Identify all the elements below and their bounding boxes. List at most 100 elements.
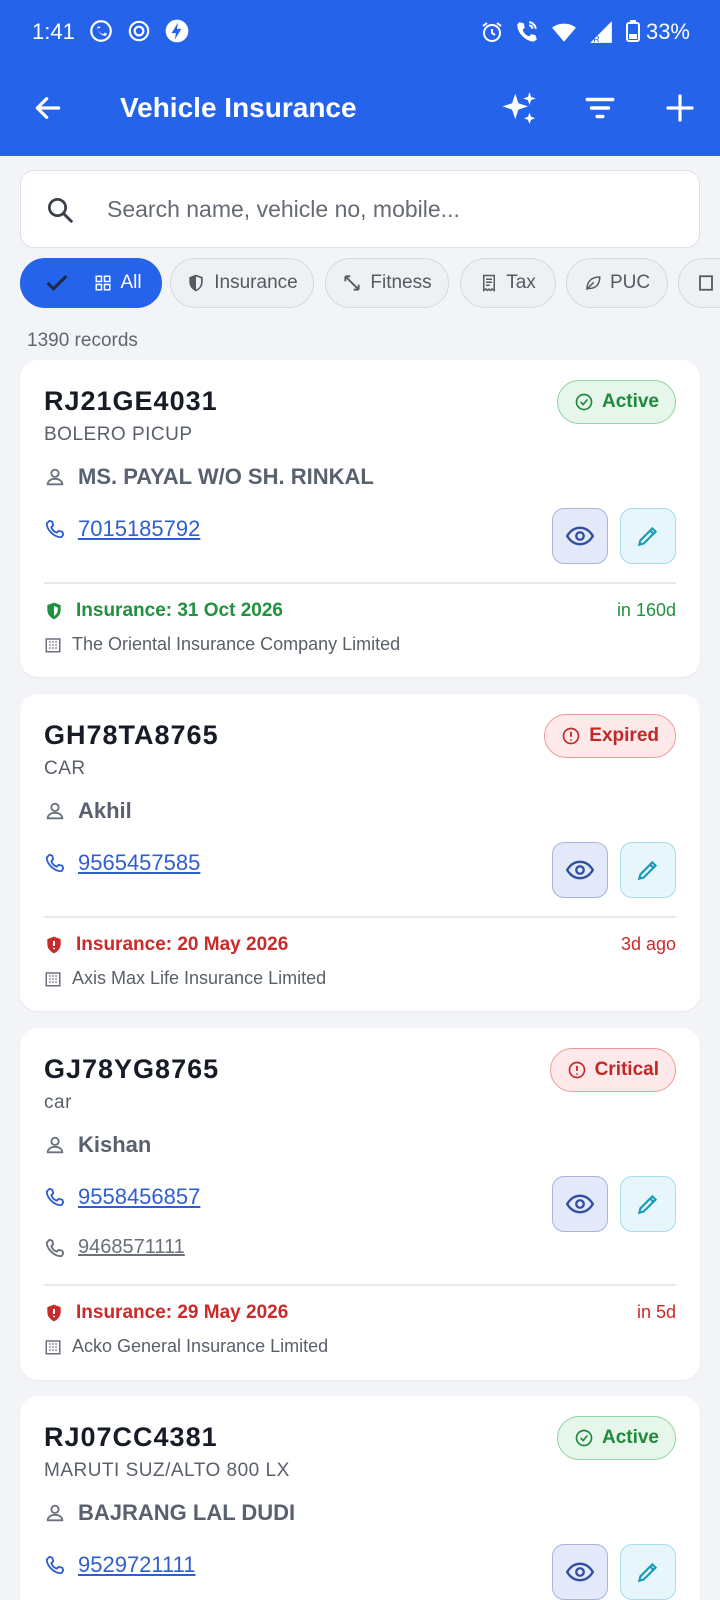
search-icon xyxy=(45,195,75,230)
chip-more[interactable] xyxy=(678,258,720,308)
insurance-date: Insurance: 29 May 2026 xyxy=(76,1302,289,1323)
vehicle-number: RJ21GE4031 xyxy=(44,386,218,416)
view-button[interactable] xyxy=(552,1176,608,1232)
shield-alert-icon xyxy=(47,936,61,954)
alert-circle-icon xyxy=(568,1061,585,1079)
check-circle-icon xyxy=(575,393,593,411)
target-icon xyxy=(128,20,150,42)
due-label: in 160d xyxy=(616,600,676,620)
record-card[interactable]: GJ78YG8765 car Critical Kishan 955845685… xyxy=(20,1028,700,1380)
phone-number: 9468571111 xyxy=(78,1236,185,1258)
search-input[interactable] xyxy=(107,187,667,231)
vehicle-number: GJ78YG8765 xyxy=(44,1054,220,1084)
divider xyxy=(44,582,676,584)
chip-tax[interactable]: Tax xyxy=(460,258,556,308)
plus-icon xyxy=(666,94,694,122)
chip-label: Insurance xyxy=(214,272,298,293)
records-count: 1390 records xyxy=(27,330,138,351)
due-label: 3d ago xyxy=(620,934,676,954)
pencil-icon xyxy=(637,526,658,547)
chip-puc[interactable]: PUC xyxy=(566,258,668,308)
phone-number: 9529721111 xyxy=(78,1552,196,1577)
battery-percent: 33% xyxy=(645,19,690,44)
owner-name: Akhil xyxy=(44,798,132,824)
edit-button[interactable] xyxy=(620,1544,676,1600)
record-card[interactable]: RJ07CC4381 MARUTI SUZ/ALTO 800 LX Active… xyxy=(20,1396,700,1600)
shield-icon xyxy=(189,274,203,292)
status-label: Active xyxy=(601,391,659,412)
insurance-company: Axis Max Life Insurance Limited xyxy=(44,968,326,989)
phone-link[interactable]: 9529721111 xyxy=(44,1552,195,1578)
expand-arrows-icon xyxy=(344,275,360,291)
chip-insurance[interactable]: Insurance xyxy=(170,258,314,308)
company-name: The Oriental Insurance Company Limited xyxy=(72,634,401,654)
owner-name: MS. PAYAL W/O SH. RINKAL xyxy=(44,464,374,490)
phone-link[interactable]: 7015185792 xyxy=(44,516,200,542)
vehicle-number: GH78TA8765 xyxy=(44,720,219,750)
filter-button[interactable] xyxy=(578,86,622,130)
divider xyxy=(44,1284,676,1286)
building-icon xyxy=(45,971,61,986)
ai-sparkle-button[interactable] xyxy=(498,86,542,130)
view-button[interactable] xyxy=(552,508,608,564)
edit-button[interactable] xyxy=(620,1176,676,1232)
shield-alert-icon xyxy=(47,1304,61,1322)
back-button[interactable] xyxy=(26,86,70,130)
vehicle-model: MARUTI SUZ/ALTO 800 LX xyxy=(44,1460,290,1481)
person-icon xyxy=(46,802,64,820)
top-app-bar: 1:41 R 33% Vehicle Insurance xyxy=(0,0,720,156)
alarm-icon xyxy=(482,22,502,42)
due-label: in 5d xyxy=(636,1302,676,1322)
owner-label: Kishan xyxy=(78,1132,152,1157)
status-time: 1:41 xyxy=(32,19,75,44)
document-icon xyxy=(699,275,713,291)
leaf-icon xyxy=(586,276,601,291)
phone-icon xyxy=(45,519,65,539)
add-button[interactable] xyxy=(658,86,702,130)
battery-indicator: 33% xyxy=(625,19,690,45)
vehicle-model: car xyxy=(44,1092,72,1113)
eye-icon xyxy=(566,1194,594,1214)
chip-label: Fitness xyxy=(370,272,432,293)
edit-button[interactable] xyxy=(620,842,676,898)
insurance-expiry: Insurance: 20 May 2026 xyxy=(44,934,288,956)
search-bar xyxy=(20,170,700,248)
owner-label: MS. PAYAL W/O SH. RINKAL xyxy=(78,464,374,489)
filter-chips: All Insurance Fitness Tax PUC xyxy=(20,258,720,310)
eye-icon xyxy=(566,860,594,880)
receipt-icon xyxy=(483,274,496,292)
owner-label: Akhil xyxy=(78,798,132,823)
chip-all[interactable]: All xyxy=(20,258,162,308)
status-bar: 1:41 R 33% xyxy=(0,0,720,64)
phone-icon xyxy=(45,853,65,873)
owner-name: BAJRANG LAL DUDI xyxy=(44,1500,295,1526)
eye-icon xyxy=(566,1562,594,1582)
signal-icon: R xyxy=(590,21,612,44)
view-button[interactable] xyxy=(552,842,608,898)
edit-button[interactable] xyxy=(620,508,676,564)
vehicle-model: BOLERO PICUP xyxy=(44,424,193,445)
insurance-date: Insurance: 20 May 2026 xyxy=(76,934,289,955)
battery-icon xyxy=(625,20,640,42)
phone-link-alternate[interactable]: 9468571111 xyxy=(44,1236,185,1259)
whatsapp-icon xyxy=(90,20,112,42)
insurance-date: Insurance: 31 Oct 2026 xyxy=(76,600,283,621)
page-title: Vehicle Insurance xyxy=(120,92,357,123)
view-button[interactable] xyxy=(552,1544,608,1600)
phone-icon xyxy=(45,1187,65,1207)
phone-link[interactable]: 9558456857 xyxy=(44,1184,200,1210)
owner-name: Kishan xyxy=(44,1132,151,1158)
company-name: Acko General Insurance Limited xyxy=(72,1336,329,1356)
status-label: Critical xyxy=(594,1059,659,1080)
owner-label: BAJRANG LAL DUDI xyxy=(78,1500,296,1525)
record-card[interactable]: RJ21GE4031 BOLERO PICUP Active MS. PAYAL… xyxy=(20,360,700,677)
record-card[interactable]: GH78TA8765 CAR Expired Akhil 9565457585 … xyxy=(20,694,700,1011)
svg-text:R: R xyxy=(593,34,599,44)
phone-link[interactable]: 9565457585 xyxy=(44,850,200,876)
status-badge: Active xyxy=(556,1416,676,1460)
chip-fitness[interactable]: Fitness xyxy=(325,258,449,308)
phone-icon xyxy=(45,1238,65,1257)
insurance-expiry: Insurance: 29 May 2026 xyxy=(44,1302,288,1324)
phone-icon xyxy=(45,1555,65,1575)
pencil-icon xyxy=(637,1194,658,1215)
